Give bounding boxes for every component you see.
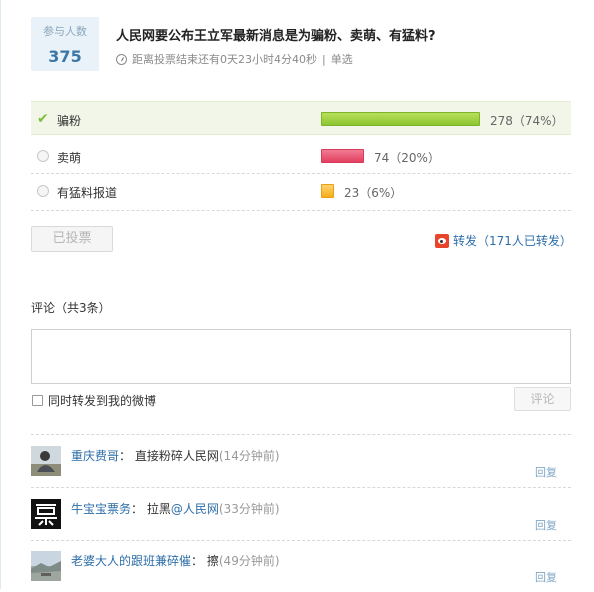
- option-stat: 23（6%）: [344, 186, 403, 200]
- reply-link[interactable]: 回复: [535, 464, 557, 480]
- comment-text: 重庆费哥： 直接粉碎人民网(14分钟前): [71, 447, 280, 464]
- reply-link[interactable]: 回复: [535, 517, 557, 533]
- poll-mode: 单选: [330, 53, 353, 66]
- also-forward-label: 同时转发到我的微博: [48, 394, 157, 408]
- participants-label: 参与人数: [43, 25, 87, 38]
- check-icon: ✔: [37, 111, 49, 127]
- radio-icon[interactable]: [37, 185, 49, 197]
- also-forward-option[interactable]: 同时转发到我的微博: [32, 392, 156, 409]
- comment-sep: ：: [131, 502, 144, 516]
- vote-bar: [321, 149, 364, 163]
- comment-user[interactable]: 重庆费哥: [71, 449, 119, 463]
- poll-option-1[interactable]: ✔ 骗粉 278（74%）: [31, 101, 571, 135]
- option-stat: 278（74%）: [490, 114, 564, 128]
- countdown-text: 距离投票结束还有0天23小时4分40秒: [132, 53, 317, 66]
- comment-body: 拉黑: [146, 502, 171, 516]
- vote-bar: [321, 112, 480, 126]
- option-stat: 74（20%）: [374, 151, 440, 165]
- mention-link[interactable]: @人民网: [171, 502, 219, 516]
- comment-input[interactable]: [31, 329, 571, 384]
- poll-option-3[interactable]: 有猛料报道 23（6%）: [31, 174, 571, 208]
- reply-link[interactable]: 回复: [535, 569, 557, 585]
- comment-sep: ：: [119, 449, 132, 463]
- comment-item: 老婆大人的跟班兼碎催： 擦(49分钟前) 回复: [31, 540, 571, 592]
- option-label: 卖萌: [57, 151, 82, 165]
- radio-icon[interactable]: [37, 150, 49, 162]
- comment-item: 重庆费哥： 直接粉碎人民网(14分钟前) 回复: [31, 435, 571, 487]
- participants-count: 375: [48, 47, 82, 66]
- comment-text: 牛宝宝票务： 拉黑@人民网(33分钟前): [71, 500, 280, 517]
- also-forward-checkbox[interactable]: [32, 395, 43, 406]
- comment-user[interactable]: 老婆大人的跟班兼碎催: [71, 554, 191, 568]
- meta-separator: |: [322, 52, 326, 66]
- comment-heading: 评论（共3条）: [31, 301, 111, 315]
- poll-option-2[interactable]: 卖萌 74（20%）: [31, 139, 571, 173]
- left-border: [0, 0, 1, 589]
- comment-time: (49分钟前): [218, 554, 280, 568]
- comment-user[interactable]: 牛宝宝票务: [71, 502, 131, 516]
- forward-label[interactable]: 转发（171人已转发）: [453, 232, 572, 249]
- weibo-icon: [435, 233, 449, 248]
- comment-time: (33分钟前): [218, 502, 280, 516]
- avatar[interactable]: [31, 499, 61, 529]
- comment-text: 老婆大人的跟班兼碎催： 擦(49分钟前): [71, 552, 280, 569]
- option-label: 有猛料报道: [57, 186, 118, 200]
- avatar[interactable]: [31, 446, 61, 476]
- comment-sep: ：: [191, 554, 204, 568]
- comment-submit-button[interactable]: 评论: [514, 387, 571, 411]
- voted-button[interactable]: 已投票: [31, 226, 113, 252]
- comment-body: 直接粉碎人民网: [134, 449, 219, 463]
- poll-meta: 距离投票结束还有0天23小时4分40秒 | 单选: [116, 51, 353, 67]
- forward-link[interactable]: 转发（171人已转发）: [435, 232, 572, 249]
- clock-icon: [116, 53, 127, 65]
- option-label: 骗粉: [57, 114, 82, 128]
- comment-body: 擦: [206, 554, 219, 568]
- divider: [31, 210, 571, 211]
- avatar[interactable]: [31, 551, 61, 581]
- participant-count-box: 参与人数 375: [31, 17, 99, 71]
- comment-item: 牛宝宝票务： 拉黑@人民网(33分钟前) 回复: [31, 488, 571, 540]
- comment-time: (14分钟前): [218, 449, 280, 463]
- vote-bar: [321, 184, 334, 198]
- poll-title: 人民网要公布王立军最新消息是为骗粉、卖萌、有猛料?: [116, 29, 436, 44]
